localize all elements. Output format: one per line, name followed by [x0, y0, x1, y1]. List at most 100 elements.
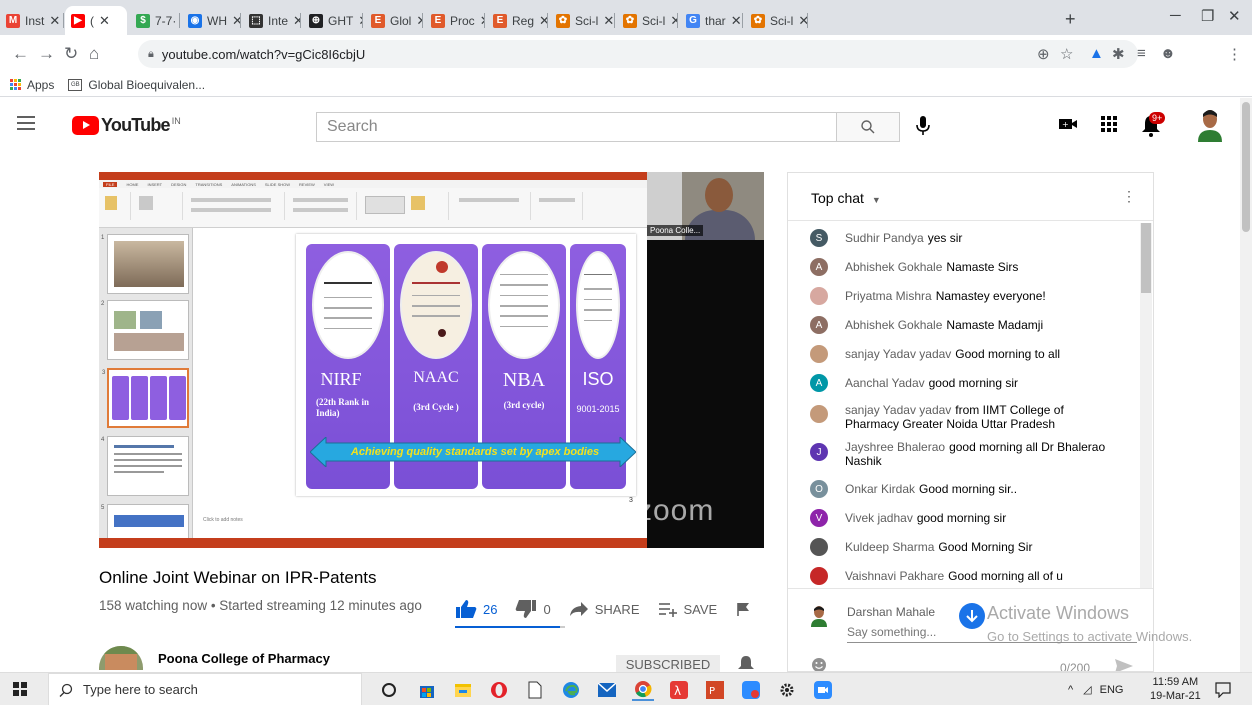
tab-close-icon[interactable]: ✕: [731, 13, 742, 29]
reload-icon[interactable]: ↻: [64, 44, 78, 64]
menu-hamburger-icon[interactable]: [17, 116, 35, 130]
bookmark-apps[interactable]: Apps: [10, 78, 54, 92]
chat-avatar: [810, 567, 828, 585]
notifications-bell-icon[interactable]: 9+: [1140, 112, 1170, 138]
dislike-button[interactable]: 0: [515, 599, 551, 619]
mail-icon[interactable]: [596, 679, 618, 701]
forward-icon[interactable]: →: [38, 44, 55, 64]
search-button[interactable]: [836, 112, 900, 142]
channel-name[interactable]: Poona College of Pharmacy: [158, 651, 330, 666]
youtube-logo[interactable]: YouTube IN: [72, 115, 181, 136]
acrobat-icon[interactable]: λ: [668, 679, 690, 701]
extension-icon[interactable]: ▲: [1089, 45, 1104, 62]
action-center-icon[interactable]: [1215, 682, 1231, 698]
browser-tab[interactable]: E Reg ✕: [487, 6, 548, 35]
bookmark-star-icon[interactable]: ☆: [1060, 45, 1073, 63]
chat-scrollbar[interactable]: [1140, 223, 1152, 588]
chat-text: good morning sir: [916, 511, 1007, 525]
profile-avatar[interactable]: ☻: [1160, 45, 1176, 62]
playlist-add-icon: [658, 603, 677, 617]
edge-icon[interactable]: [560, 679, 582, 701]
restore-icon[interactable]: ❐: [1201, 7, 1214, 25]
tray-expand-icon[interactable]: ^: [1068, 684, 1073, 696]
browser-tab[interactable]: $7-7·✕: [130, 6, 180, 35]
store-icon[interactable]: [416, 679, 438, 701]
home-icon[interactable]: ⌂: [89, 44, 99, 64]
chat-more-icon[interactable]: ⋮: [1122, 188, 1136, 205]
video-player[interactable]: FILE HOME INSERT DESIGN TRANSITIONS ANIMATION…: [99, 172, 764, 548]
settings-gear-icon[interactable]: [776, 679, 798, 701]
browser-tab[interactable]: ⊕GHT✕: [303, 6, 363, 35]
subscribe-button[interactable]: SUBSCRIBED: [616, 655, 720, 673]
account-avatar[interactable]: [1196, 108, 1224, 142]
report-button[interactable]: [735, 601, 757, 617]
video-meta: 158 watching now • Started streaming 12 …: [99, 598, 422, 613]
browser-tab[interactable]: Gthar ✕: [680, 6, 743, 35]
tab-favicon-icon: M: [6, 13, 20, 28]
close-window-icon[interactable]: ✕: [1228, 7, 1241, 25]
file-explorer-icon[interactable]: [452, 679, 474, 701]
tab-favicon-icon: ✿: [623, 13, 637, 28]
powerpoint-icon[interactable]: P: [704, 679, 726, 701]
browser-tab[interactable]: EProc✕: [425, 6, 485, 35]
browser-tab[interactable]: E Glol ✕: [365, 6, 423, 35]
share-button[interactable]: SHARE: [569, 601, 640, 617]
flag-icon: [737, 603, 750, 616]
chat-author: Sudhir Pandya: [845, 231, 924, 245]
zoom-meetings-icon[interactable]: [740, 679, 762, 701]
browser-menu-icon[interactable]: ⋮: [1227, 45, 1242, 63]
tab-favicon-icon: G: [686, 13, 700, 28]
browser-tab[interactable]: ✿ Sci-l ✕: [745, 6, 808, 35]
browser-tab[interactable]: ▶ (✕: [65, 6, 127, 35]
windows-start-icon[interactable]: [13, 682, 27, 696]
emoji-icon[interactable]: [811, 657, 827, 672]
microphone-icon[interactable]: [913, 114, 933, 138]
chat-mode-dropdown[interactable]: Top chat ▼: [811, 190, 881, 206]
tab-label: Inst: [25, 13, 45, 28]
chat-author: sanjay Yadav yadav: [845, 403, 952, 417]
save-button[interactable]: SAVE: [658, 601, 717, 617]
chat-author: Aanchal Yadav: [845, 376, 925, 390]
like-ratio-fill: [455, 626, 560, 628]
notification-bell-icon[interactable]: [736, 654, 756, 672]
new-tab-button[interactable]: +: [1065, 9, 1076, 30]
chat-avatar: S: [810, 229, 828, 247]
opera-icon[interactable]: [488, 679, 510, 701]
banner-arrow: Achieving quality standards set by apex …: [310, 437, 636, 467]
language-indicator[interactable]: ENG: [1100, 684, 1124, 696]
extensions-puzzle-icon[interactable]: ✱: [1112, 45, 1125, 63]
apps-icon[interactable]: [1100, 115, 1118, 133]
taskbar-search[interactable]: Type here to search: [48, 673, 362, 705]
chrome-icon[interactable]: [632, 679, 654, 701]
chat-avatar: [810, 345, 828, 363]
chat-text: Good Morning Sir: [938, 540, 1033, 554]
bookmark-global-bioequivalence[interactable]: GB Global Bioequivalen...: [68, 78, 205, 92]
tab-close-icon[interactable]: ✕: [99, 13, 110, 29]
browser-tab[interactable]: ✿ Sci-l ✕: [550, 6, 615, 35]
back-icon[interactable]: ←: [12, 44, 29, 64]
zoom-app-icon[interactable]: [812, 679, 834, 701]
install-icon[interactable]: ⊕: [1037, 45, 1050, 63]
address-bar[interactable]: 🔒︎ youtube.com/watch?v=gCic8I6cbjU: [138, 40, 1138, 68]
channel-avatar[interactable]: [99, 646, 143, 670]
cortana-icon[interactable]: [378, 679, 400, 701]
reading-list-icon[interactable]: ≡: [1137, 45, 1146, 62]
search-input[interactable]: Search: [316, 112, 836, 142]
browser-tab[interactable]: ⬚ Inte ✕: [243, 6, 301, 35]
create-video-icon[interactable]: +: [1058, 116, 1078, 132]
minimize-icon[interactable]: ─: [1170, 7, 1181, 24]
page-scrollbar[interactable]: [1240, 98, 1252, 672]
tab-close-icon[interactable]: ✕: [49, 13, 60, 29]
search-icon: [861, 120, 875, 134]
browser-tab[interactable]: ✿ Sci-l ✕: [617, 6, 678, 35]
tab-label: Sci-l: [770, 13, 794, 28]
browser-tab[interactable]: ◉ WH ✕: [182, 6, 241, 35]
send-icon[interactable]: [1114, 658, 1134, 672]
browser-tab[interactable]: M Inst ✕: [0, 6, 64, 35]
tab-close-icon[interactable]: ✕: [603, 13, 614, 29]
clock[interactable]: 11:59 AM 19-Mar-21: [1150, 675, 1201, 703]
tab-favicon-icon: ▶: [71, 13, 85, 28]
like-button[interactable]: 26: [455, 599, 497, 619]
document-icon[interactable]: [524, 679, 546, 701]
network-icon[interactable]: ◿: [1083, 683, 1091, 696]
